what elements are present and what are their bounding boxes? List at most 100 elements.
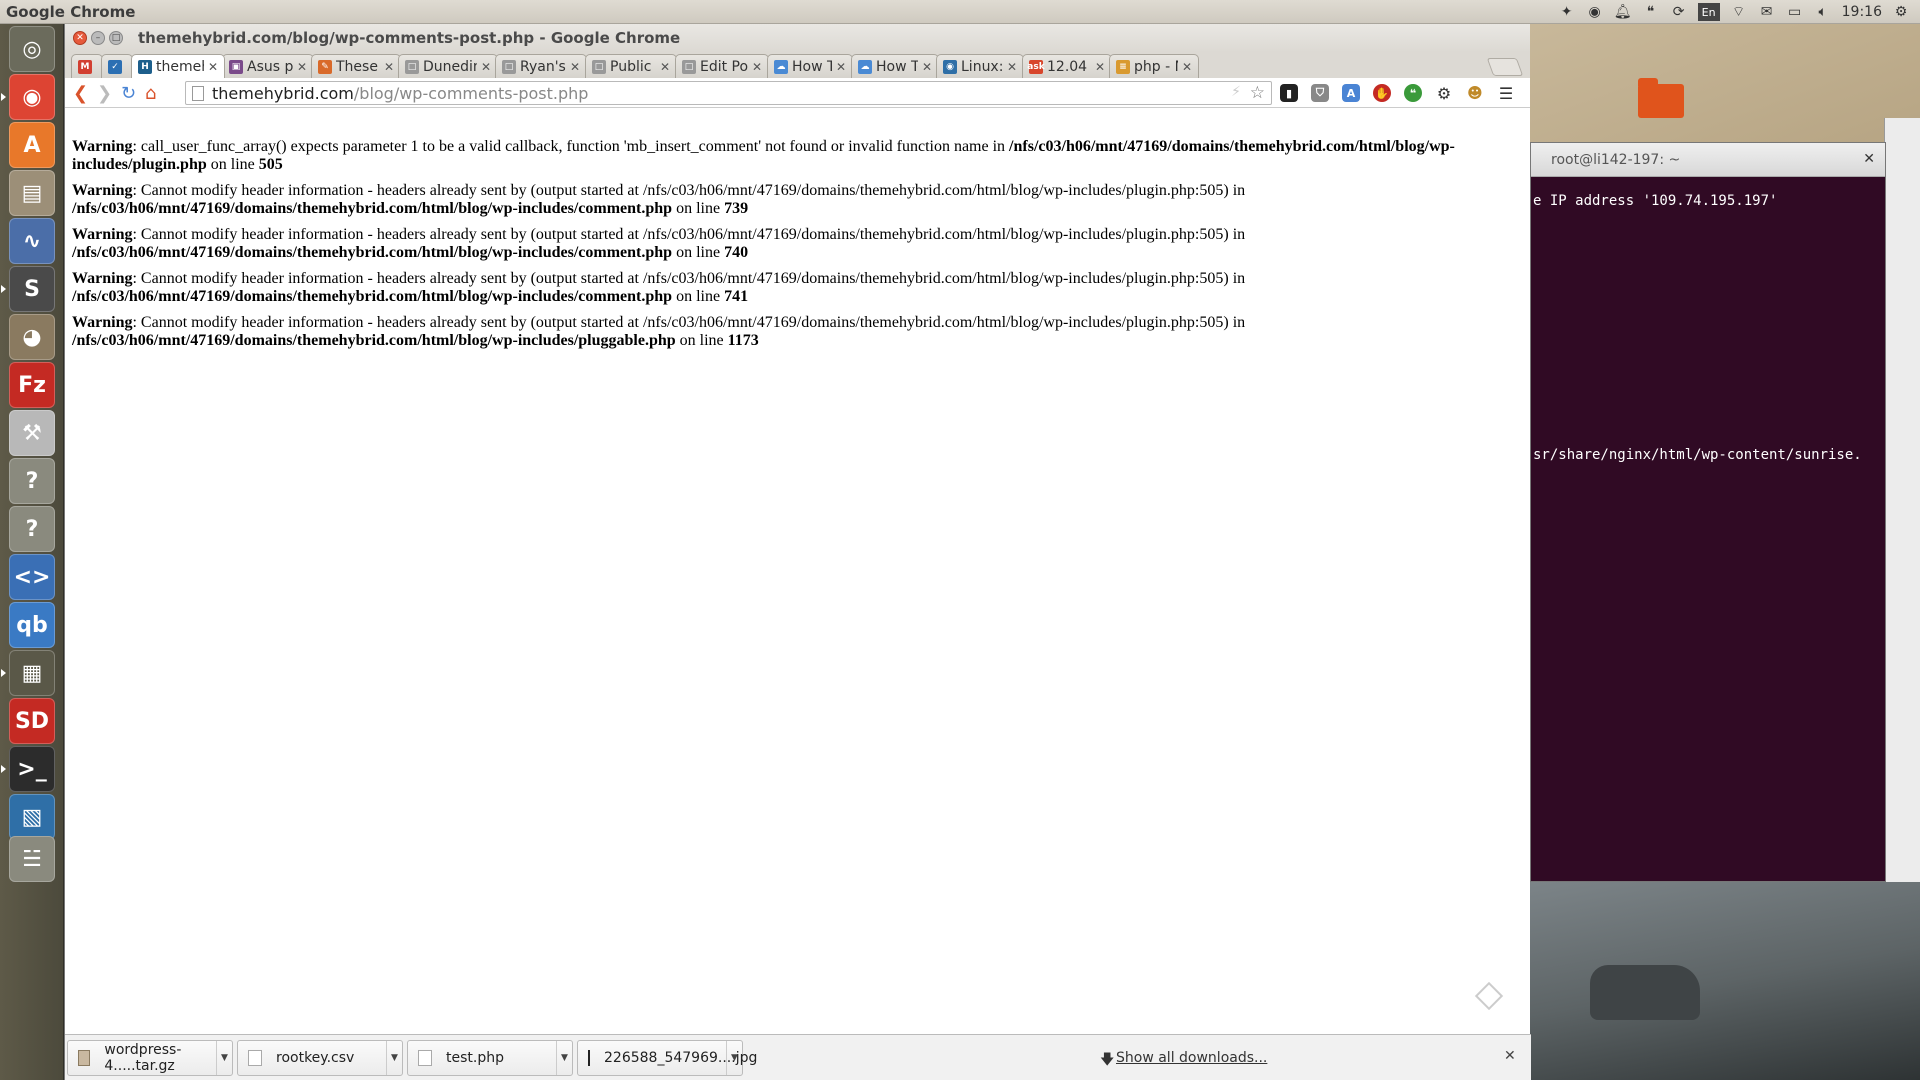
- minimize-window-icon[interactable]: –: [91, 31, 105, 45]
- download-filename: wordpress-4.....tar.gz: [104, 1042, 182, 1074]
- launcher-gimp-icon[interactable]: ◕: [9, 314, 55, 360]
- battery-icon[interactable]: ▭: [1786, 3, 1804, 21]
- launcher-software-center-icon[interactable]: A: [9, 122, 55, 168]
- browser-tab[interactable]: ✓: [101, 54, 133, 78]
- new-tab-button[interactable]: [1486, 58, 1524, 76]
- tab-favicon-icon: ◉: [943, 59, 957, 74]
- keyboard-layout-indicator[interactable]: En: [1697, 3, 1720, 21]
- launcher-workspaces-icon[interactable]: ▦: [9, 650, 55, 696]
- download-item[interactable]: rootkey.csv ▼: [237, 1040, 403, 1076]
- launcher-ubuntu-home-icon[interactable]: ◎: [9, 26, 55, 72]
- launcher-terminal-icon[interactable]: >_: [9, 746, 55, 792]
- wifi-icon[interactable]: ⌔: [1730, 3, 1748, 21]
- back-icon[interactable]: ❮: [73, 83, 88, 104]
- launcher-mysql-workbench-icon[interactable]: ▧: [9, 794, 55, 840]
- sync-icon[interactable]: ⟳: [1670, 3, 1688, 21]
- clock[interactable]: 19:16: [1842, 4, 1882, 20]
- maximize-window-icon[interactable]: □: [109, 31, 123, 45]
- launcher-system-tools-icon[interactable]: ⚒: [9, 410, 55, 456]
- notification-bell-icon[interactable]: 🔔︎: [1614, 3, 1632, 21]
- browser-tab[interactable]: ≡ php - Mer ✕: [1109, 54, 1199, 78]
- launcher-unknown-app-2-icon[interactable]: ?: [9, 506, 55, 552]
- launcher-filezilla-icon[interactable]: Fz: [9, 362, 55, 408]
- terminal-output[interactable]: e IP address '109.74.195.197' sr/share/n…: [1531, 177, 1885, 881]
- browser-tab[interactable]: ☁ How To S ✕: [767, 54, 853, 78]
- close-tab-icon[interactable]: ✕: [570, 60, 580, 74]
- chrome-tray-icon[interactable]: ◉: [1586, 3, 1604, 21]
- video-frame: [1530, 882, 1920, 1080]
- download-menu-dropdown-icon[interactable]: ▼: [386, 1041, 402, 1075]
- close-downloads-bar-icon[interactable]: ✕: [1504, 1048, 1516, 1064]
- download-filename: rootkey.csv: [276, 1050, 355, 1066]
- launcher-qbittorrent-icon[interactable]: qb: [9, 602, 55, 648]
- launcher-files-icon[interactable]: ▤: [9, 170, 55, 216]
- download-menu-dropdown-icon[interactable]: ▼: [216, 1041, 232, 1075]
- running-indicator: [1, 669, 6, 677]
- close-icon[interactable]: ✕: [1863, 151, 1875, 167]
- launcher-trash-icon[interactable]: ☱: [9, 836, 55, 882]
- lightning-icon[interactable]: ⚡: [1231, 84, 1241, 100]
- browser-tab[interactable]: ◉ Linux: De ✕: [936, 54, 1024, 78]
- close-tab-icon[interactable]: ✕: [481, 60, 491, 74]
- close-tab-icon[interactable]: ✕: [836, 60, 846, 74]
- browser-tab[interactable]: M: [71, 54, 103, 78]
- window-titlebar[interactable]: ✕ – □ themehybrid.com/blog/wp-comments-p…: [65, 24, 1530, 52]
- forward-icon[interactable]: ❯: [97, 83, 112, 104]
- mail-icon[interactable]: ✉: [1758, 3, 1776, 21]
- close-tab-icon[interactable]: ✕: [208, 60, 218, 74]
- terminal-titlebar[interactable]: root@li142-197: ~ ✕: [1531, 143, 1885, 177]
- download-menu-dropdown-icon[interactable]: ▼: [556, 1041, 572, 1075]
- download-item[interactable]: 226588_547969....jpg ▼: [577, 1040, 757, 1076]
- chrome-menu-icon[interactable]: ☰: [1497, 84, 1515, 103]
- reload-icon[interactable]: ↻: [121, 83, 136, 104]
- file-image-icon: [588, 1050, 590, 1066]
- dropbox-icon[interactable]: ✦: [1558, 3, 1576, 21]
- browser-tab[interactable]: □ Ryan's te ✕: [495, 54, 587, 78]
- close-tab-icon[interactable]: ✕: [1182, 60, 1192, 74]
- home-icon[interactable]: ⌂: [145, 83, 156, 104]
- terminal-window[interactable]: root@li142-197: ~ ✕ e IP address '109.74…: [1530, 142, 1886, 882]
- system-tray: ✦ ◉ 🔔︎ ❝ ⟳ En ⌔ ✉ ▭ 🔈︎ 19:16 ⚙: [1558, 0, 1920, 24]
- browser-tab[interactable]: □ Edit Post ✕: [675, 54, 769, 78]
- extension-lastpass-icon[interactable]: ▮: [1280, 84, 1298, 102]
- show-all-downloads-link[interactable]: Show all downloads...: [1116, 1050, 1267, 1066]
- browser-tab[interactable]: ▣ Asus pus ✕: [222, 54, 314, 78]
- extension-gear-icon[interactable]: ⚙: [1435, 84, 1453, 103]
- extension-adblock-icon[interactable]: ✋: [1373, 84, 1391, 102]
- hangouts-icon[interactable]: ❝: [1642, 3, 1660, 21]
- warning-label: Warning: [72, 270, 133, 287]
- address-bar[interactable]: themehybrid.com/blog/wp-comments-post.ph…: [185, 81, 1272, 105]
- browser-tab[interactable]: □ Public ke ✕: [585, 54, 677, 78]
- browser-tab[interactable]: ✎ These 22 ✕: [311, 54, 401, 78]
- browser-tab[interactable]: □ Dunedin ✕: [398, 54, 498, 78]
- download-item[interactable]: test.php ▼: [407, 1040, 573, 1076]
- close-tab-icon[interactable]: ✕: [384, 60, 394, 74]
- close-window-icon[interactable]: ✕: [73, 31, 87, 45]
- launcher-sd-card-icon[interactable]: SD: [9, 698, 55, 744]
- close-tab-icon[interactable]: ✕: [752, 60, 762, 74]
- close-tab-icon[interactable]: ✕: [1095, 60, 1105, 74]
- download-item[interactable]: wordpress-4.....tar.gz ▼: [67, 1040, 233, 1076]
- tab-active[interactable]: Hthemehy ✕: [131, 54, 225, 78]
- extension-evernote-icon[interactable]: ❝: [1404, 84, 1422, 102]
- php-warning: Warning: Cannot modify header informatio…: [72, 226, 1492, 262]
- launcher-unknown-app-1-icon[interactable]: ?: [9, 458, 55, 504]
- close-tab-icon[interactable]: ✕: [1007, 60, 1017, 74]
- bookmark-star-icon[interactable]: ☆: [1250, 83, 1265, 103]
- volume-muted-icon[interactable]: 🔈︎: [1814, 3, 1832, 21]
- launcher-code-editor-icon[interactable]: <>: [9, 554, 55, 600]
- browser-tab[interactable]: ☁ How To A ✕: [851, 54, 939, 78]
- close-tab-icon[interactable]: ✕: [660, 60, 670, 74]
- launcher-sublime-text-icon[interactable]: S: [9, 266, 55, 312]
- browser-tab[interactable]: ask12.04 - St ✕: [1022, 54, 1112, 78]
- extension-person-icon[interactable]: ☻: [1466, 84, 1484, 102]
- extension-translate-icon[interactable]: A: [1342, 84, 1360, 102]
- settings-gear-icon[interactable]: ⚙: [1892, 3, 1910, 21]
- close-tab-icon[interactable]: ✕: [297, 60, 307, 74]
- launcher-system-monitor-icon[interactable]: ∿: [9, 218, 55, 264]
- download-menu-dropdown-icon[interactable]: ▼: [726, 1041, 742, 1075]
- desktop-folder-icon[interactable]: [1638, 78, 1684, 118]
- launcher-chrome-icon[interactable]: ◉: [9, 74, 55, 120]
- extension-shield-icon[interactable]: ⛉: [1311, 84, 1329, 102]
- close-tab-icon[interactable]: ✕: [922, 60, 932, 74]
